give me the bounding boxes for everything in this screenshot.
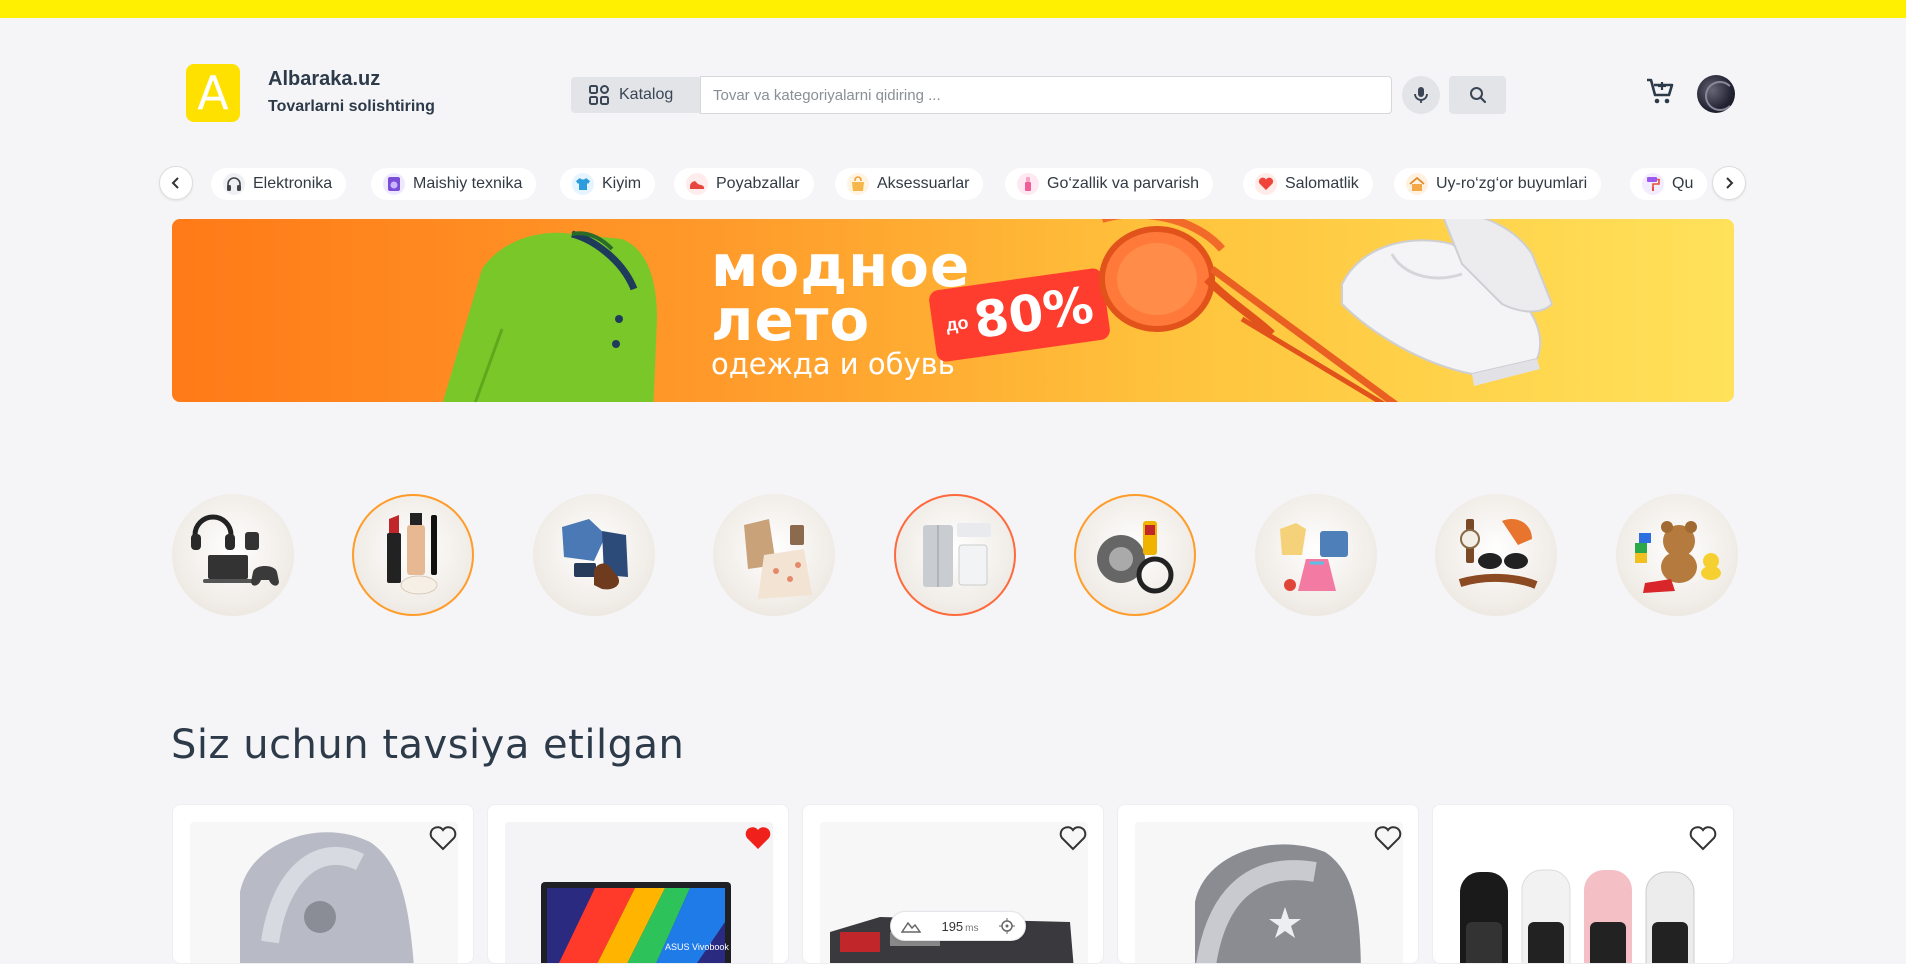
discount-prefix: до — [944, 311, 970, 335]
microphone-icon — [1414, 87, 1428, 103]
search-input[interactable] — [700, 76, 1392, 114]
product-card[interactable] — [172, 804, 474, 964]
perf-unit: ms — [965, 922, 979, 934]
catalog-button[interactable]: Katalog — [571, 77, 700, 113]
discount-value: 80% — [970, 275, 1097, 351]
perf-readout: 195 ms — [941, 919, 978, 934]
user-avatar[interactable] — [1697, 75, 1735, 113]
appliances-image — [923, 523, 991, 587]
favorite-icon[interactable] — [1374, 825, 1402, 851]
category-chip-label: Elektronika — [253, 175, 333, 192]
site-header: A Albaraka.uz Tovarlarni solishtiring Ka… — [0, 18, 1906, 168]
logo-letter: A — [197, 66, 229, 120]
category-chip-label: Go‘zallik va parvarish — [1047, 175, 1200, 192]
category-circle-toys[interactable] — [1616, 494, 1738, 616]
auto-parts-image — [1097, 521, 1174, 594]
top-accent-bar — [0, 0, 1906, 18]
category-chip[interactable]: Salomatlik — [1243, 168, 1373, 200]
paint-roller-icon — [1642, 173, 1664, 195]
category-strip: Elektronika Maishiy texnika Kiyim Poyabz… — [159, 166, 1747, 202]
category-circle-cosmetics[interactable] — [352, 494, 474, 616]
chevron-right-icon — [1726, 177, 1734, 189]
search-icon — [1469, 87, 1486, 104]
headphones-icon — [223, 173, 245, 195]
shirt-icon — [572, 173, 594, 195]
category-image-row — [172, 494, 1738, 616]
banner-subtitle: одежда и обувь — [711, 347, 955, 381]
category-chip[interactable]: Go‘zallik va parvarish — [1005, 168, 1214, 200]
category-chip-label: Kiyim — [602, 175, 642, 192]
svg-text:ASUS Vivobook: ASUS Vivobook — [665, 942, 729, 952]
site-logo[interactable]: A — [186, 64, 240, 122]
favorite-icon[interactable] — [1059, 825, 1087, 851]
category-chip-label: Qu — [1672, 175, 1694, 192]
favorite-icon-filled[interactable] — [744, 825, 772, 851]
crosshair-icon[interactable] — [998, 918, 1015, 934]
toys-image — [1635, 521, 1721, 593]
grid-icon — [589, 85, 609, 105]
category-circle-clothing[interactable] — [533, 494, 655, 616]
section-title: Siz uchun tavsiya etilgan — [171, 722, 685, 768]
category-chip-label: Salomatlik — [1285, 175, 1359, 192]
polo-shirt-image — [442, 230, 657, 402]
product-image: ASUS Vivobook — [505, 822, 773, 963]
search-button[interactable] — [1449, 76, 1506, 114]
shoe-icon — [686, 173, 708, 195]
house-icon — [1406, 173, 1428, 195]
product-card[interactable] — [1432, 804, 1734, 964]
chevron-left-icon — [171, 177, 179, 189]
product-image — [190, 822, 458, 963]
product-image — [1135, 822, 1403, 963]
bag-icon — [847, 173, 869, 195]
category-chip[interactable]: Kiyim — [560, 168, 656, 200]
category-chip-label: Maishiy texnika — [413, 175, 523, 192]
category-circle-electronics[interactable] — [172, 494, 294, 616]
heart-icon — [1255, 173, 1277, 195]
cart-icon — [1647, 78, 1674, 104]
voice-search-button[interactable] — [1402, 76, 1440, 114]
product-image — [1450, 822, 1718, 963]
brand-name[interactable]: Albaraka.uz — [268, 68, 380, 91]
category-circle-auto-parts[interactable] — [1074, 494, 1196, 616]
category-circle-accessories[interactable] — [1435, 494, 1557, 616]
kids-clothing-image — [1280, 523, 1348, 591]
product-image — [820, 822, 1088, 963]
favorite-icon[interactable] — [429, 825, 457, 851]
category-scroll-left-button[interactable] — [159, 166, 193, 200]
cart-button[interactable] — [1643, 74, 1677, 108]
category-circle-womens-clothing[interactable] — [713, 494, 835, 616]
category-chip[interactable]: Qu — [1630, 168, 1708, 200]
clothing-image — [562, 519, 628, 590]
performance-overlay: 195 ms — [890, 911, 1026, 941]
promo-banner[interactable]: модное лето одежда и обувь до 80% — [172, 219, 1734, 402]
sneakers-image — [1341, 219, 1554, 386]
product-card[interactable] — [1117, 804, 1419, 964]
cosmetics-icon — [1017, 173, 1039, 195]
category-chip[interactable]: Maishiy texnika — [371, 168, 537, 200]
category-chip[interactable]: Aksessuarlar — [835, 168, 984, 200]
appliance-icon — [383, 173, 405, 195]
perf-value: 195 — [941, 918, 964, 934]
banner-title-line2: лето — [711, 286, 871, 354]
category-chip-label: Uy-ro‘zg‘or buyumlari — [1436, 175, 1588, 192]
category-chips: Elektronika Maishiy texnika Kiyim Poyabz… — [211, 168, 1708, 200]
cosmetics-image — [387, 513, 438, 595]
womens-clothing-image — [744, 519, 812, 599]
brand-tagline: Tovarlarni solishtiring — [268, 98, 435, 115]
mountain-icon — [901, 921, 921, 933]
catalog-label: Katalog — [619, 86, 674, 103]
electronics-image — [191, 514, 279, 586]
category-chip-label: Poyabzallar — [716, 175, 800, 192]
accessories-image — [1458, 519, 1538, 589]
product-card[interactable]: ASUS Vivobook — [487, 804, 789, 964]
category-scroll-right-button[interactable] — [1712, 166, 1746, 200]
category-circle-kids-clothing[interactable] — [1255, 494, 1377, 616]
favorite-icon[interactable] — [1689, 825, 1717, 851]
category-chip[interactable]: Uy-ro‘zg‘or buyumlari — [1394, 168, 1602, 200]
category-chip[interactable]: Poyabzallar — [674, 168, 814, 200]
category-chip-label: Aksessuarlar — [877, 175, 970, 192]
category-circle-appliances[interactable] — [894, 494, 1016, 616]
category-chip[interactable]: Elektronika — [211, 168, 347, 200]
